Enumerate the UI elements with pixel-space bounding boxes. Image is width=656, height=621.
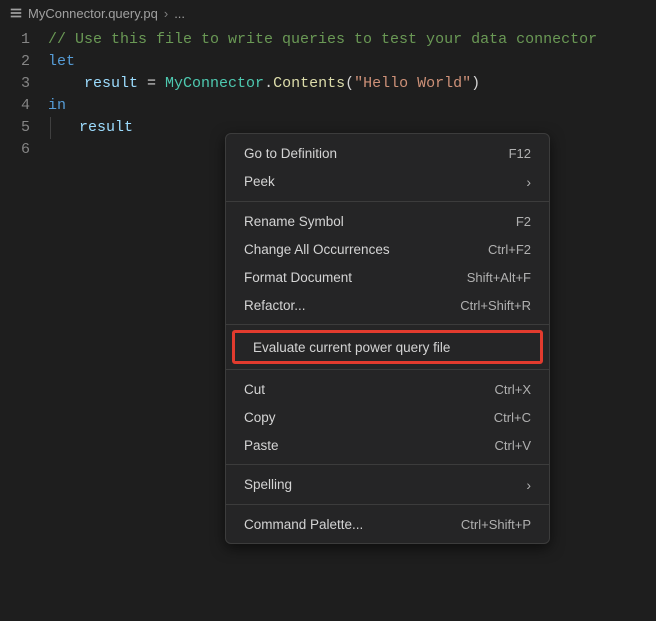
keyword-token: let xyxy=(48,53,75,70)
indent-guide xyxy=(50,117,79,139)
code-line[interactable]: in xyxy=(48,95,656,117)
menu-separator xyxy=(226,504,549,505)
punct-token: = xyxy=(138,75,165,92)
ident-token: result xyxy=(79,119,133,136)
code-line[interactable]: result = MyConnector.Contents("Hello Wor… xyxy=(48,73,656,95)
menu-separator xyxy=(226,324,549,325)
menu-refactor[interactable]: Refactor... Ctrl+Shift+R xyxy=(226,291,549,319)
menu-evaluate-pq[interactable]: Evaluate current power query file xyxy=(235,333,540,361)
breadcrumb[interactable]: MyConnector.query.pq › ... xyxy=(0,0,656,26)
menu-separator xyxy=(226,464,549,465)
menu-label: Cut xyxy=(244,382,265,397)
breadcrumb-filename[interactable]: MyConnector.query.pq xyxy=(28,6,158,21)
menu-label: Rename Symbol xyxy=(244,214,344,229)
menu-shortcut: F12 xyxy=(509,146,531,161)
menu-label: Copy xyxy=(244,410,276,425)
menu-command-palette[interactable]: Command Palette... Ctrl+Shift+P xyxy=(226,510,549,538)
menu-paste[interactable]: Paste Ctrl+V xyxy=(226,431,549,459)
comment-token: // Use this file to write queries to tes… xyxy=(48,31,597,48)
menu-label: Evaluate current power query file xyxy=(253,340,450,355)
chevron-right-icon: › xyxy=(526,174,531,190)
menu-cut[interactable]: Cut Ctrl+X xyxy=(226,375,549,403)
ident-token: result xyxy=(84,75,138,92)
context-menu: Go to Definition F12 Peek › Rename Symbo… xyxy=(225,133,550,544)
type-token: MyConnector xyxy=(165,75,264,92)
highlight-box: Evaluate current power query file xyxy=(232,330,543,364)
menu-shortcut: Shift+Alt+F xyxy=(467,270,531,285)
chevron-right-icon: › xyxy=(164,6,168,21)
punct-token: ) xyxy=(471,75,480,92)
punct-token: ( xyxy=(345,75,354,92)
menu-label: Change All Occurrences xyxy=(244,242,390,257)
menu-shortcut: Ctrl+X xyxy=(495,382,531,397)
menu-label: Spelling xyxy=(244,477,292,492)
menu-shortcut: Ctrl+F2 xyxy=(488,242,531,257)
string-token: "Hello World" xyxy=(354,75,471,92)
menu-shortcut: Ctrl+V xyxy=(495,438,531,453)
menu-peek[interactable]: Peek › xyxy=(226,167,549,196)
func-token: Contents xyxy=(273,75,345,92)
menu-copy[interactable]: Copy Ctrl+C xyxy=(226,403,549,431)
menu-label: Paste xyxy=(244,438,279,453)
file-icon xyxy=(8,5,24,21)
menu-label: Command Palette... xyxy=(244,517,363,532)
line-number: 3 xyxy=(0,73,30,95)
punct-token: . xyxy=(264,75,273,92)
line-number: 2 xyxy=(0,51,30,73)
code-line[interactable]: // Use this file to write queries to tes… xyxy=(48,29,656,51)
line-number: 1 xyxy=(0,29,30,51)
line-number: 4 xyxy=(0,95,30,117)
menu-shortcut: Ctrl+Shift+R xyxy=(460,298,531,313)
chevron-right-icon: › xyxy=(526,477,531,493)
line-number: 6 xyxy=(0,139,30,161)
menu-label: Go to Definition xyxy=(244,146,337,161)
menu-change-all[interactable]: Change All Occurrences Ctrl+F2 xyxy=(226,235,549,263)
keyword-token: in xyxy=(48,97,66,114)
menu-rename-symbol[interactable]: Rename Symbol F2 xyxy=(226,207,549,235)
code-line[interactable]: let xyxy=(48,51,656,73)
menu-label: Peek xyxy=(244,174,275,189)
menu-format-document[interactable]: Format Document Shift+Alt+F xyxy=(226,263,549,291)
menu-shortcut: F2 xyxy=(516,214,531,229)
line-gutter: 1 2 3 4 5 6 xyxy=(0,29,48,161)
line-number: 5 xyxy=(0,117,30,139)
breadcrumb-ellipsis[interactable]: ... xyxy=(174,6,185,21)
menu-label: Refactor... xyxy=(244,298,306,313)
menu-separator xyxy=(226,201,549,202)
menu-goto-definition[interactable]: Go to Definition F12 xyxy=(226,139,549,167)
menu-separator xyxy=(226,369,549,370)
menu-spelling[interactable]: Spelling › xyxy=(226,470,549,499)
menu-shortcut: Ctrl+Shift+P xyxy=(461,517,531,532)
menu-shortcut: Ctrl+C xyxy=(494,410,531,425)
menu-label: Format Document xyxy=(244,270,352,285)
